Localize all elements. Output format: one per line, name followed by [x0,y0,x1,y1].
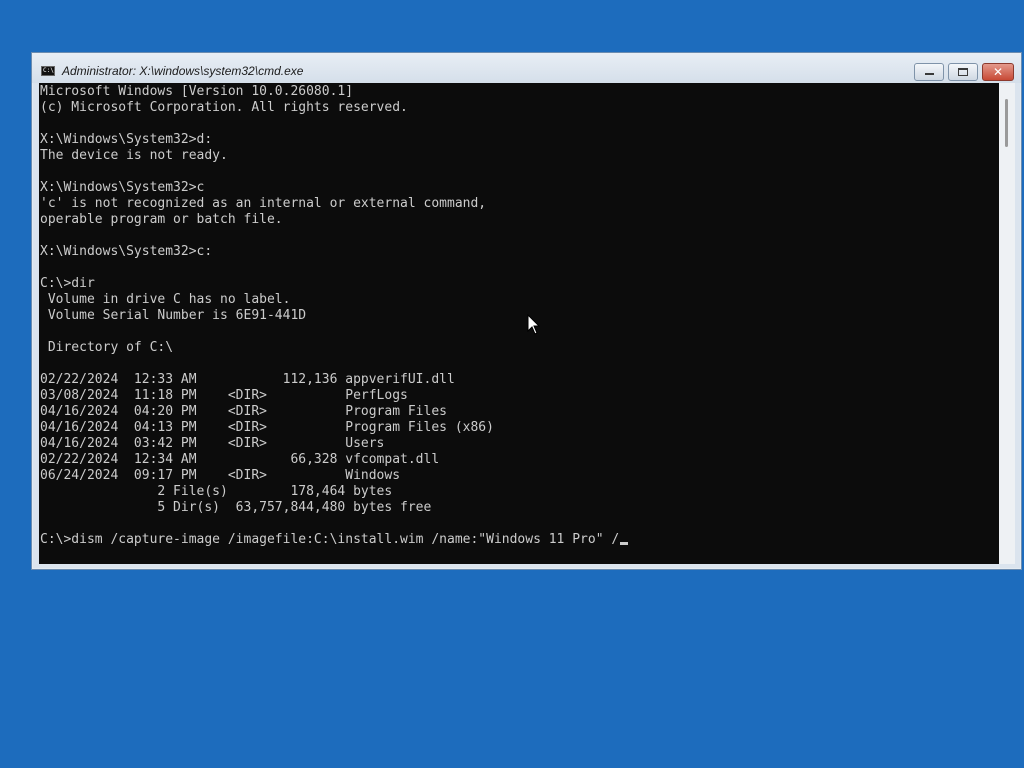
command-input-text[interactable]: C:\>dism /capture-image /imagefile:C:\in… [40,532,619,547]
maximize-icon [958,68,968,76]
console-line: operable program or batch file. [40,212,283,227]
console-line: (c) Microsoft Corporation. All rights re… [40,100,408,115]
window-title: Administrator: X:\windows\system32\cmd.e… [62,64,304,78]
console-line: X:\Windows\System32>c: [40,244,213,259]
console-line: 06/24/2024 09:17 PM <DIR> Windows [40,468,401,483]
console-output[interactable]: Microsoft Windows [Version 10.0.26080.1]… [39,83,999,564]
maximize-button[interactable] [948,63,978,81]
console-line: Directory of C:\ [40,340,174,355]
console-line: X:\Windows\System32>d: [40,132,213,147]
cmd-icon[interactable]: C:\ [41,66,55,76]
close-icon: ✕ [992,65,1004,79]
command-prompt-line[interactable]: C:\>dism /capture-image /imagefile:C:\in… [40,532,629,548]
console-line: The device is not ready. [40,148,228,163]
minimize-button[interactable] [914,63,944,81]
vertical-scrollbar[interactable] [999,83,1015,564]
minimize-icon [925,73,934,75]
console-line: 04/16/2024 03:42 PM <DIR> Users [40,436,385,451]
console-line: 02/22/2024 12:33 AM 112,136 appverifUI.d… [40,372,455,387]
console-line: C:\>dir [40,276,95,291]
console-line: X:\Windows\System32>c [40,180,205,195]
console-line: 04/16/2024 04:20 PM <DIR> Program Files [40,404,447,419]
cmd-window[interactable]: C:\ Administrator: X:\windows\system32\c… [31,52,1022,570]
console-line: 03/08/2024 11:18 PM <DIR> PerfLogs [40,388,408,403]
console-line: 5 Dir(s) 63,757,844,480 bytes free [40,500,432,515]
console-line: Microsoft Windows [Version 10.0.26080.1] [40,84,354,99]
scrollbar-thumb[interactable] [1005,99,1008,147]
cmd-icon-text: C:\ [43,67,54,74]
close-button[interactable]: ✕ [982,63,1014,81]
console-line: 'c' is not recognized as an internal or … [40,196,487,211]
console-line: 04/16/2024 04:13 PM <DIR> Program Files … [40,420,494,435]
text-cursor [620,542,629,545]
console-line: 02/22/2024 12:34 AM 66,328 vfcompat.dll [40,452,440,467]
console-line: 2 File(s) 178,464 bytes [40,484,393,499]
console-line: Volume in drive C has no label. [40,292,291,307]
mouse-pointer-icon [527,314,541,335]
title-bar[interactable]: C:\ Administrator: X:\windows\system32\c… [32,53,1021,83]
